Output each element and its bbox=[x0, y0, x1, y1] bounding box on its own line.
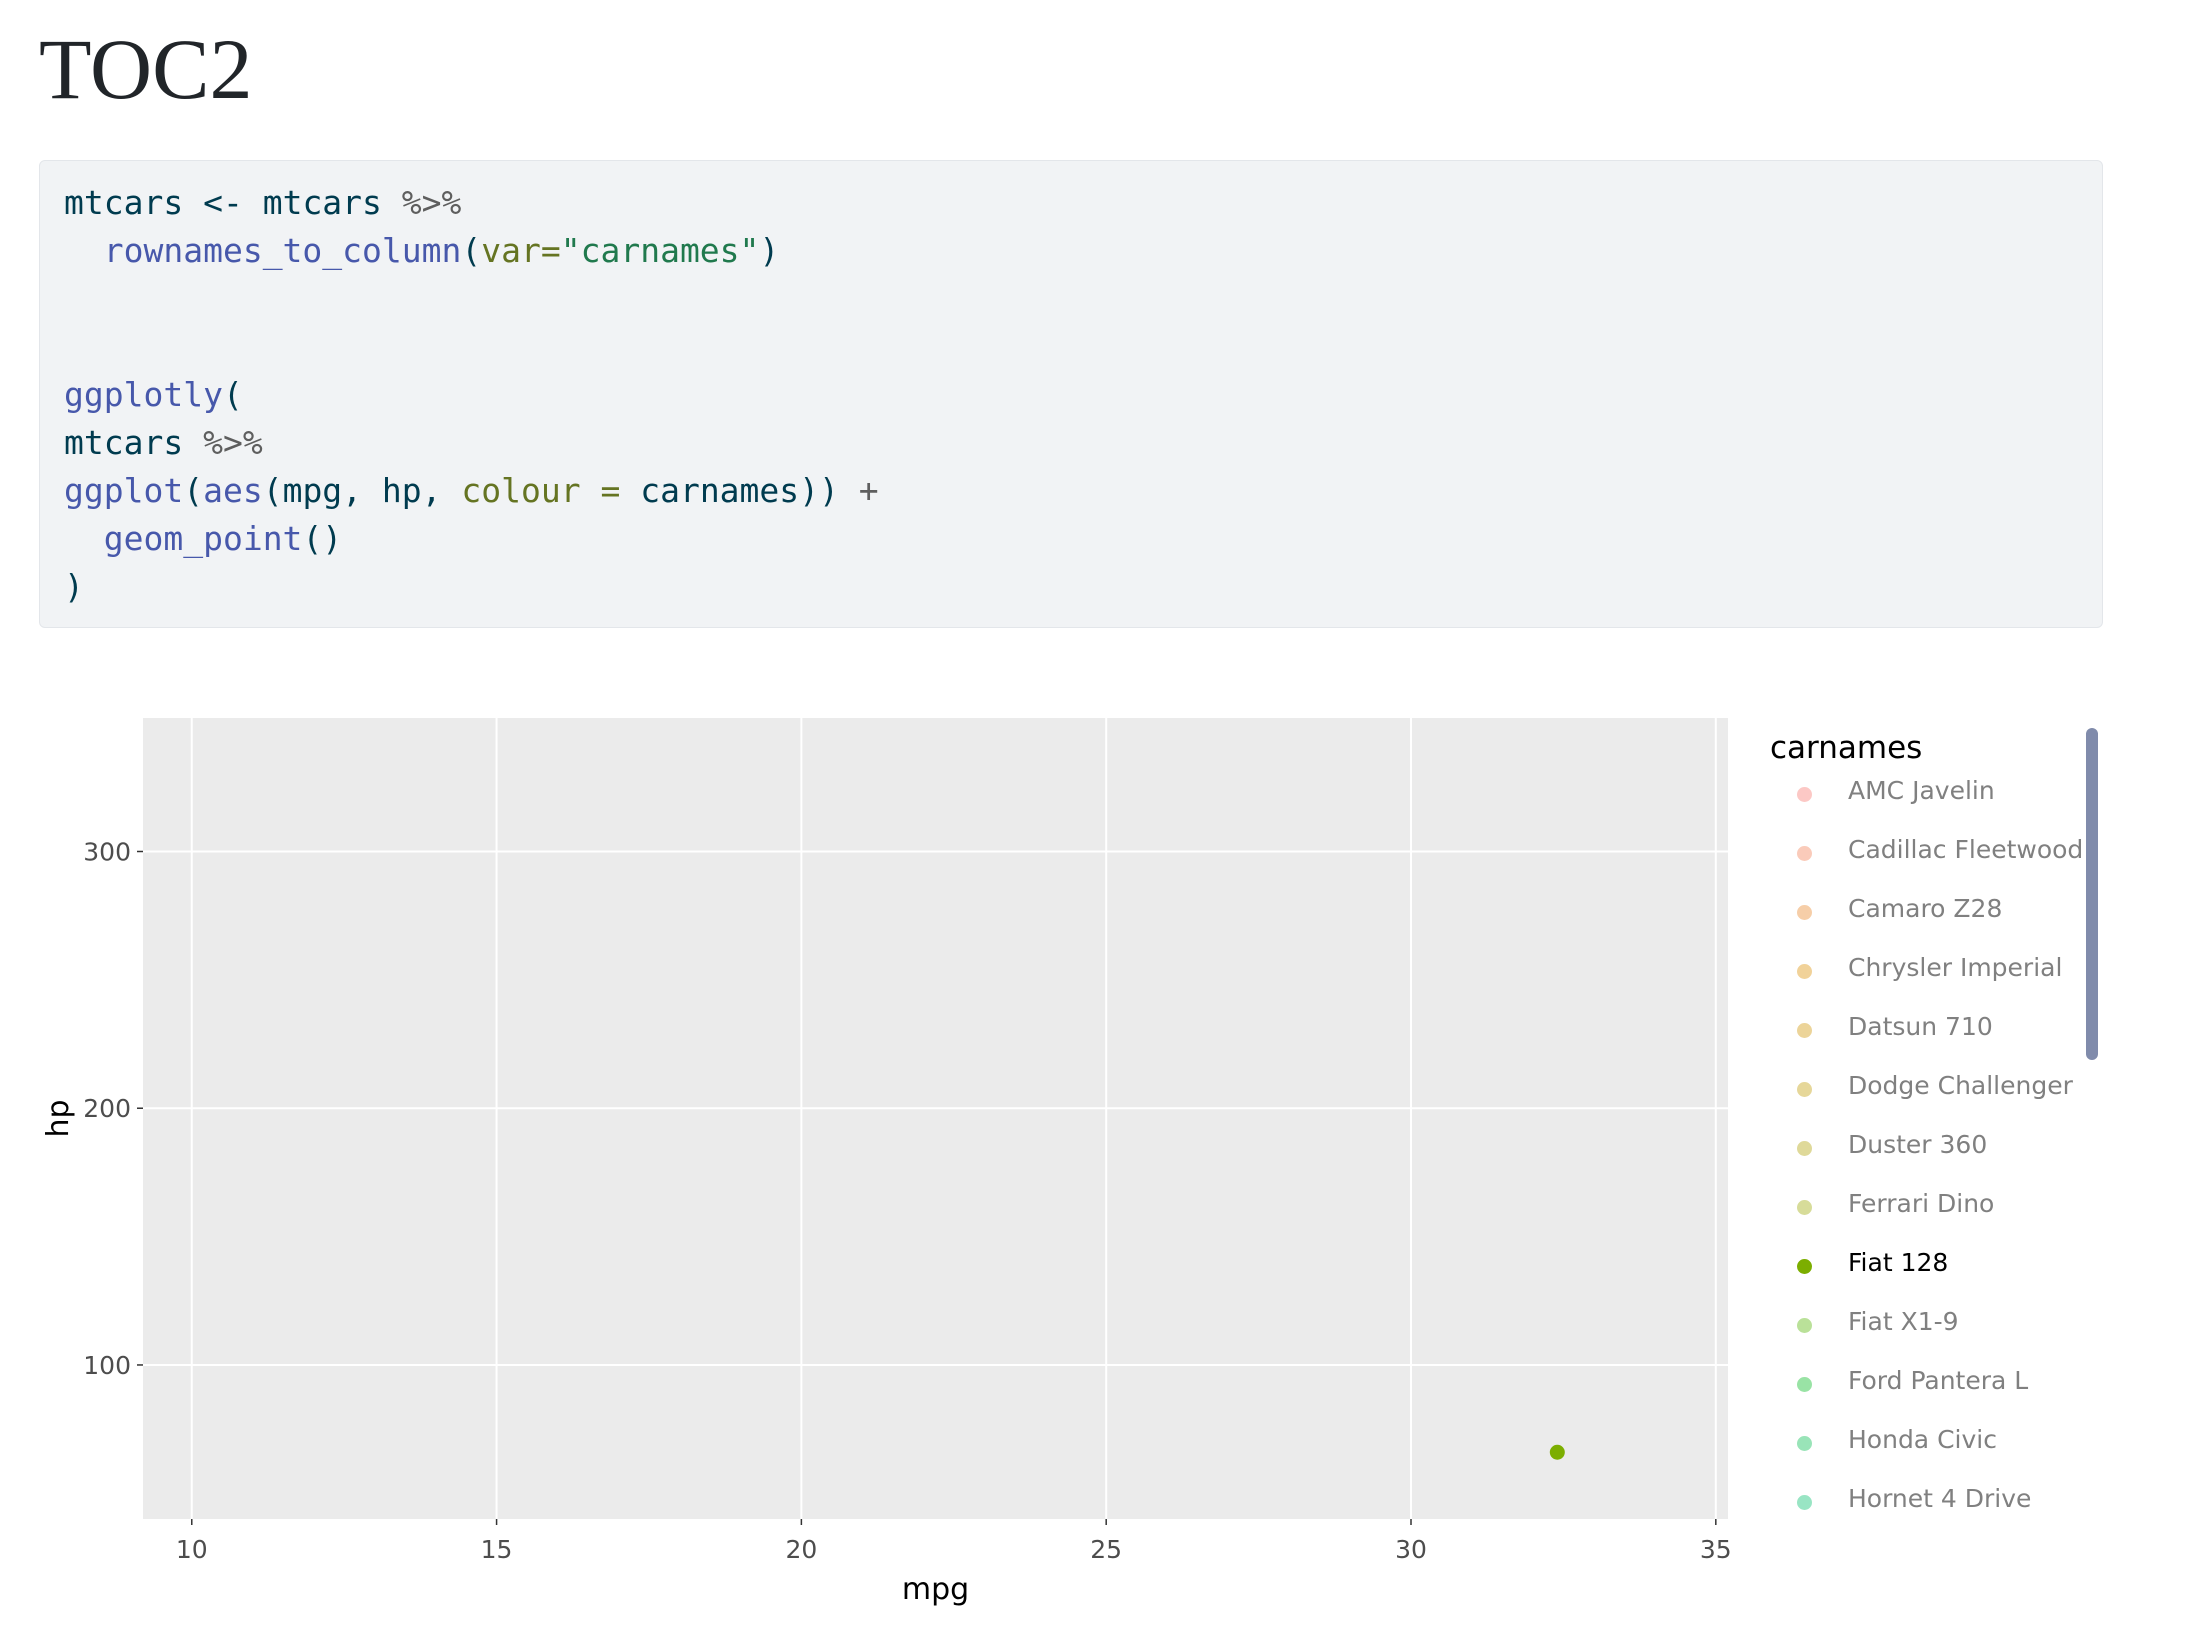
x-tick-label: 30 bbox=[1395, 1535, 1427, 1564]
legend-scrollbar[interactable] bbox=[2086, 728, 2098, 1060]
page-title: TOC2 bbox=[39, 21, 253, 117]
code-token: %>% bbox=[381, 183, 462, 222]
legend-item[interactable]: Fiat X1-9 bbox=[1762, 1305, 2082, 1364]
legend-marker bbox=[1797, 1023, 1812, 1038]
y-tick-label: 100 bbox=[83, 1351, 131, 1380]
code-token: ( bbox=[461, 231, 482, 270]
legend[interactable]: carnames AMC Javelin Cadillac Fleetwood Ca… bbox=[1762, 722, 2122, 1550]
legend-label: Fiat 128 bbox=[1848, 1248, 1949, 1277]
y-axis-title: hp bbox=[41, 1099, 76, 1137]
code-line: geom_point() bbox=[64, 519, 342, 558]
x-tick-label: 10 bbox=[176, 1535, 208, 1564]
legend-label: AMC Javelin bbox=[1848, 776, 1995, 805]
x-tick-label: 20 bbox=[785, 1535, 817, 1564]
legend-marker bbox=[1797, 905, 1812, 920]
code-token: aes bbox=[203, 471, 263, 510]
code-token: rownames_to_column bbox=[103, 231, 462, 270]
code-token: ggplotly bbox=[64, 375, 223, 414]
code-token: %>% bbox=[183, 423, 263, 462]
data-point[interactable] bbox=[1549, 1444, 1565, 1460]
legend-marker bbox=[1797, 1495, 1812, 1510]
x-tick-label: 25 bbox=[1090, 1535, 1122, 1564]
legend-marker bbox=[1797, 964, 1812, 979]
plotly-chart[interactable]: 10 15 20 25 30 35 100 200 300 mpg hp carnames AMC … bbox=[0, 700, 2186, 1634]
code-token: (mpg, hp, bbox=[262, 471, 462, 510]
legend-label: Cadillac Fleetwood bbox=[1848, 835, 2084, 864]
y-tick-label: 300 bbox=[83, 838, 131, 867]
legend-item[interactable]: Ford Pantera L bbox=[1762, 1364, 2082, 1423]
legend-label: Dodge Challenger bbox=[1848, 1071, 2073, 1100]
legend-item[interactable]: Cadillac Fleetwood bbox=[1762, 833, 2084, 892]
code-content: mtcars <- mtcars %>% rownames_to_column(… bbox=[64, 179, 2102, 611]
legend-item[interactable]: Dodge Challenger bbox=[1762, 1069, 2082, 1128]
code-line: ) bbox=[64, 567, 84, 606]
code-token: colour = bbox=[461, 471, 621, 510]
legend-marker bbox=[1797, 1259, 1812, 1274]
legend-item[interactable]: Camaro Z28 bbox=[1762, 892, 2082, 951]
code-token: mtcars bbox=[262, 183, 382, 222]
legend-marker bbox=[1797, 1377, 1812, 1392]
legend-item[interactable]: AMC Javelin bbox=[1762, 774, 2082, 833]
legend-marker bbox=[1797, 787, 1812, 802]
legend-title: carnames bbox=[1770, 730, 1923, 766]
code-token: carnames)) bbox=[620, 471, 859, 510]
legend-item[interactable]: Ferrari Dino bbox=[1762, 1187, 2082, 1246]
legend-marker bbox=[1797, 846, 1812, 861]
code-token: "carnames" bbox=[560, 231, 760, 270]
code-token: ) bbox=[759, 231, 780, 270]
code-token: + bbox=[858, 471, 879, 510]
code-token: ( bbox=[183, 471, 204, 510]
legend-label: Fiat X1-9 bbox=[1848, 1307, 1959, 1336]
code-line: mtcars <- mtcars %>% bbox=[64, 183, 461, 222]
y-tick-label: 200 bbox=[83, 1094, 131, 1123]
code-token: mtcars bbox=[64, 423, 184, 462]
code-token: var= bbox=[481, 231, 561, 270]
code-line: rownames_to_column(var="carnames") bbox=[64, 231, 780, 270]
code-token: <- bbox=[183, 183, 263, 222]
x-tick-label: 35 bbox=[1700, 1535, 1732, 1564]
legend-label: Chrysler Imperial bbox=[1848, 953, 2063, 982]
legend-item[interactable]: Duster 360 bbox=[1762, 1128, 2082, 1187]
legend-marker bbox=[1797, 1200, 1812, 1215]
code-line: mtcars %>% bbox=[64, 423, 263, 462]
legend-label: Duster 360 bbox=[1848, 1130, 1988, 1159]
plot-background bbox=[143, 718, 1728, 1519]
code-token: geom_point bbox=[103, 519, 303, 558]
legend-item[interactable]: Fiat 128 bbox=[1762, 1246, 2082, 1305]
legend-label: Hornet 4 Drive bbox=[1848, 1484, 2032, 1513]
plot-area-svg[interactable]: 10 15 20 25 30 35 100 200 300 mpg hp bbox=[0, 700, 1740, 1634]
legend-item[interactable]: Honda Civic bbox=[1762, 1423, 2082, 1482]
code-block: mtcars <- mtcars %>% rownames_to_column(… bbox=[39, 160, 2103, 628]
code-line: ggplotly( bbox=[64, 375, 243, 414]
legend-label: Camaro Z28 bbox=[1848, 894, 2003, 923]
code-token: ) bbox=[64, 567, 84, 606]
legend-label: Datsun 710 bbox=[1848, 1012, 1993, 1041]
legend-item[interactable]: Chrysler Imperial bbox=[1762, 951, 2082, 1010]
legend-item[interactable]: Datsun 710 bbox=[1762, 1010, 2082, 1069]
legend-marker bbox=[1797, 1436, 1812, 1451]
code-token: ggplot bbox=[64, 471, 184, 510]
legend-label: Honda Civic bbox=[1848, 1425, 1997, 1454]
x-axis-title: mpg bbox=[902, 1572, 969, 1607]
legend-marker bbox=[1797, 1082, 1812, 1097]
legend-marker bbox=[1797, 1141, 1812, 1156]
x-tick-label: 15 bbox=[481, 1535, 513, 1564]
legend-items: AMC Javelin Cadillac Fleetwood Camaro Z28 C… bbox=[1762, 774, 2084, 1541]
code-token: mtcars bbox=[64, 183, 184, 222]
code-line: ggplot(aes(mpg, hp, colour = carnames)) … bbox=[64, 471, 879, 510]
legend-marker bbox=[1797, 1318, 1812, 1333]
legend-item[interactable]: Hornet 4 Drive bbox=[1762, 1482, 2082, 1541]
legend-label: Ferrari Dino bbox=[1848, 1189, 1995, 1218]
code-token: ( bbox=[222, 375, 243, 414]
code-token: () bbox=[302, 519, 343, 558]
legend-label: Ford Pantera L bbox=[1848, 1366, 2029, 1395]
